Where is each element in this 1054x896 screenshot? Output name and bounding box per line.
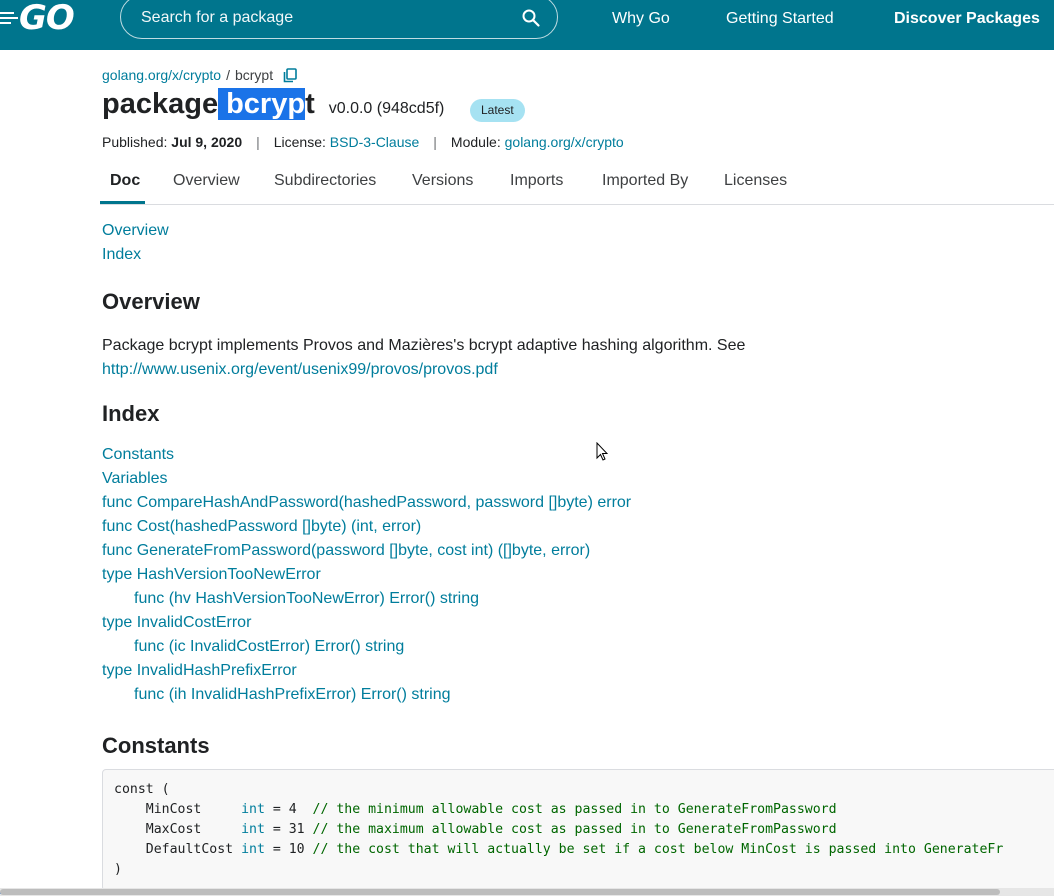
code-const-name: DefaultCost [145, 842, 234, 857]
code-type[interactable]: int [241, 802, 265, 817]
nav-discover-packages[interactable]: Discover Packages [894, 10, 1040, 28]
package-name-rest: t [305, 88, 315, 120]
toc-index-link[interactable]: Index [102, 246, 141, 264]
breadcrumb: golang.org/x/crypto / bcrypt [102, 67, 297, 83]
code-assign: = 4 [264, 802, 313, 817]
code-const-name: MaxCost [145, 822, 234, 837]
index-item[interactable]: func GenerateFromPassword(password []byt… [102, 542, 590, 560]
tab-versions[interactable]: Versions [412, 172, 473, 190]
tab-imports[interactable]: Imports [510, 172, 563, 190]
search-icon[interactable] [521, 8, 541, 28]
overview-heading: Overview [102, 289, 200, 314]
doc-tabs: Doc Overview Subdirectories Versions Imp… [100, 160, 1054, 205]
index-item[interactable]: func Cost(hashedPassword []byte) (int, e… [102, 518, 421, 536]
code-comment: // the cost that will actually be set if… [312, 842, 1004, 857]
latest-badge: Latest [470, 99, 525, 122]
index-item[interactable]: type InvalidCostError [102, 614, 251, 632]
module-link[interactable]: golang.org/x/crypto [505, 134, 624, 150]
go-logo-text: GO [19, 0, 75, 38]
code-type[interactable]: int [241, 822, 265, 837]
code-close: ) [114, 862, 122, 877]
published-label: Published: [102, 134, 168, 150]
active-tab-indicator [100, 201, 145, 204]
package-name-selected: bcryp [218, 88, 306, 120]
tab-licenses[interactable]: Licenses [724, 172, 787, 190]
index-item[interactable]: func (ih InvalidHashPrefixError) Error()… [134, 686, 451, 704]
search-box[interactable] [120, 0, 558, 39]
tab-doc[interactable]: Doc [110, 172, 140, 190]
index-item[interactable]: Variables [102, 470, 168, 488]
copy-icon[interactable] [283, 67, 297, 83]
constants-code-block: const ( MinCost int = 4 // the minimum a… [102, 769, 1054, 891]
index-item[interactable]: func (hv HashVersionTooNewError) Error()… [134, 590, 479, 608]
code-comment: // the minimum allowable cost as passed … [312, 802, 837, 817]
speed-lines-icon [0, 12, 18, 24]
package-name: bcrypt [218, 88, 315, 121]
site-header: GO Why Go Getting Started Discover Packa… [0, 0, 1054, 50]
provos-pdf-link[interactable]: http://www.usenix.org/event/usenix99/pro… [102, 361, 498, 378]
meta-divider: | [433, 134, 437, 150]
published-date: Jul 9, 2020 [171, 134, 243, 150]
breadcrumb-module-link[interactable]: golang.org/x/crypto [102, 67, 221, 83]
tab-subdirectories[interactable]: Subdirectories [274, 172, 376, 190]
horizontal-scrollbar[interactable] [0, 888, 1054, 896]
code-assign: = 31 [264, 822, 313, 837]
index-item[interactable]: func (ic InvalidCostError) Error() strin… [134, 638, 404, 656]
code-open: const ( [114, 782, 170, 797]
page-title: package bcrypt v0.0.0 (948cd5f) [102, 88, 444, 121]
package-meta: Published: Jul 9, 2020 | License: BSD-3-… [102, 134, 624, 150]
overview-paragraph: Package bcrypt implements Provos and Maz… [102, 334, 922, 382]
mouse-pointer-icon [596, 442, 608, 461]
breadcrumb-separator: / [226, 67, 230, 83]
index-item[interactable]: Constants [102, 446, 174, 464]
go-logo[interactable]: GO [0, 0, 75, 38]
scrollbar-thumb[interactable] [0, 889, 1000, 895]
constants-heading: Constants [102, 733, 210, 758]
license-label: License: [273, 134, 326, 150]
version-label: v0.0.0 (948cd5f) [328, 100, 445, 117]
tab-overview[interactable]: Overview [173, 172, 240, 190]
tab-imported-by[interactable]: Imported By [602, 172, 688, 190]
nav-getting-started[interactable]: Getting Started [726, 10, 834, 28]
code-const-name: MinCost [145, 802, 234, 817]
breadcrumb-current: bcrypt [234, 67, 274, 83]
meta-divider: | [256, 134, 260, 150]
index-heading: Index [102, 401, 160, 426]
license-link[interactable]: BSD-3-Clause [330, 134, 419, 150]
index-item[interactable]: type HashVersionTooNewError [102, 566, 321, 584]
nav-why-go[interactable]: Why Go [612, 10, 670, 28]
code-comment: // the maximum allowable cost as passed … [312, 822, 837, 837]
code-assign: = 10 [264, 842, 313, 857]
index-item[interactable]: type InvalidHashPrefixError [102, 662, 297, 680]
module-label: Module: [450, 134, 501, 150]
search-input[interactable] [139, 4, 513, 32]
code-text: const ( MinCost int = 4 // the minimum a… [114, 780, 1003, 880]
overview-text: Package bcrypt implements Provos and Maz… [102, 337, 746, 354]
index-item[interactable]: func CompareHashAndPassword(hashedPasswo… [102, 494, 631, 512]
title-keyword: package [102, 88, 219, 120]
code-type[interactable]: int [241, 842, 265, 857]
toc-overview-link[interactable]: Overview [102, 222, 169, 240]
